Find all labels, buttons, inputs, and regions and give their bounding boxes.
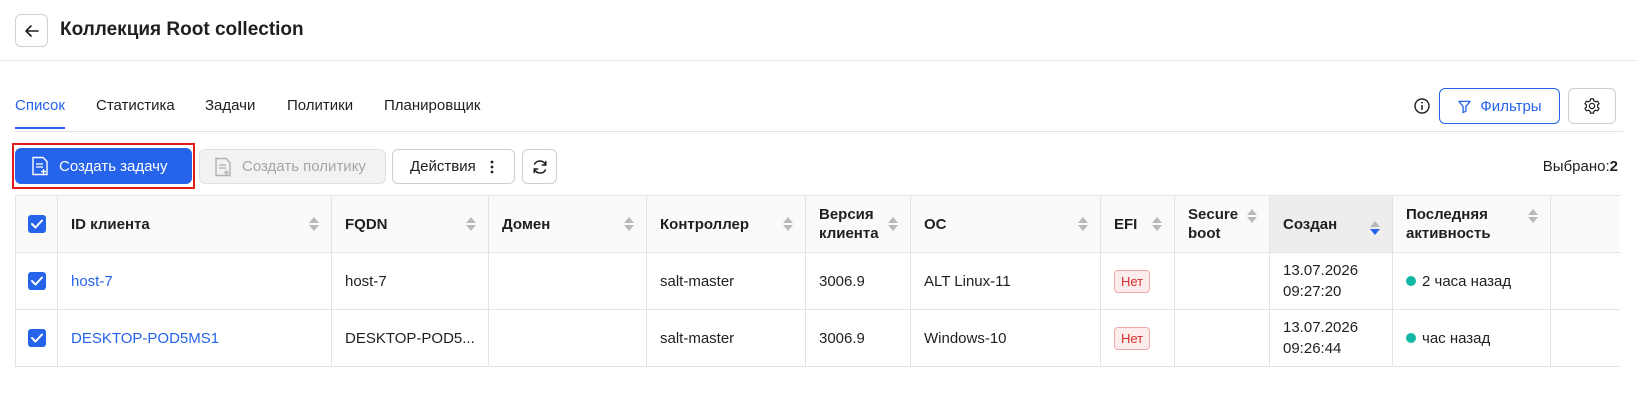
column-header-os[interactable]: ОС <box>911 196 1101 252</box>
column-header-controller[interactable]: Контроллер <box>647 196 806 252</box>
filters-button[interactable]: Фильтры <box>1439 88 1560 124</box>
cell-version: 3006.9 <box>806 310 911 366</box>
arrow-left-icon <box>24 24 39 37</box>
table-header-row: ID клиента FQDN Домен Контроллер Версия к… <box>16 196 1620 253</box>
column-label: Последняя активность <box>1406 206 1491 242</box>
cell-created: 13.07.2026 09:27:20 <box>1270 253 1393 309</box>
column-label: Secure boot <box>1188 206 1239 242</box>
column-label: EFI <box>1114 215 1138 233</box>
policy-add-icon <box>215 157 231 176</box>
tab-list[interactable]: Список <box>15 97 65 129</box>
sort-icon <box>1247 209 1257 224</box>
back-button[interactable] <box>15 14 48 47</box>
cell-client-id: DESKTOP-POD5MS1 <box>58 310 332 366</box>
column-label: ID клиента <box>71 215 150 233</box>
cell-os: Windows-10 <box>911 310 1101 366</box>
efi-badge: Нет <box>1114 269 1151 293</box>
table-row[interactable]: host-7 host-7 salt-master 3006.9 ALT Lin… <box>16 253 1620 310</box>
check-icon <box>31 333 43 343</box>
selected-label: Выбрано: <box>1542 158 1610 175</box>
table-settings-button[interactable] <box>1568 88 1616 124</box>
column-header-created[interactable]: Создан <box>1270 196 1393 252</box>
column-header-domain[interactable]: Домен <box>489 196 647 252</box>
cell-controller: salt-master <box>647 253 806 309</box>
column-header-efi[interactable]: EFI <box>1101 196 1175 252</box>
cell-last-activity: 2 часа назад <box>1393 253 1551 309</box>
column-header-last-activity[interactable]: Последняя активность <box>1393 196 1551 252</box>
column-header-id[interactable]: ID клиента <box>58 196 332 252</box>
sort-icon <box>1078 217 1088 231</box>
tab-statistics[interactable]: Статистика <box>96 97 175 127</box>
select-all-checkbox[interactable] <box>28 215 46 233</box>
sort-icon <box>783 217 793 231</box>
efi-badge: Нет <box>1114 326 1151 350</box>
cell-secure-boot <box>1175 310 1270 366</box>
more-vertical-icon <box>490 160 494 173</box>
column-label: Версия клиента <box>819 206 879 242</box>
selected-count: Выбрано:2 <box>1543 158 1618 175</box>
header-checkbox-cell <box>16 196 58 252</box>
cell-os: ALT Linux-11 <box>911 253 1101 309</box>
column-label: Домен <box>502 215 551 233</box>
refresh-icon <box>532 159 547 174</box>
create-policy-label: Создать политику <box>242 158 366 175</box>
status-dot-icon <box>1406 333 1416 343</box>
clients-table: ID клиента FQDN Домен Контроллер Версия к… <box>15 195 1620 367</box>
row-checkbox-cell <box>16 310 58 366</box>
cell-last-activity: час назад <box>1393 310 1551 366</box>
column-header-version[interactable]: Версия клиента <box>806 196 911 252</box>
create-task-label: Создать задачу <box>59 157 168 175</box>
cell-domain <box>489 310 647 366</box>
check-icon <box>31 276 43 286</box>
funnel-icon <box>1458 100 1472 113</box>
create-task-button[interactable]: Создать задачу <box>15 148 192 184</box>
cell-fqdn: host-7 <box>332 253 489 309</box>
sort-icon <box>309 217 319 231</box>
sort-icon <box>1528 209 1538 224</box>
row-checkbox[interactable] <box>28 329 46 347</box>
cell-created: 13.07.2026 09:26:44 <box>1270 310 1393 366</box>
column-header-secure-boot[interactable]: Secure boot <box>1175 196 1270 252</box>
tab-bar: Список Статистика Задачи Политики Планир… <box>15 88 1623 132</box>
cell-domain <box>489 253 647 309</box>
table-row[interactable]: DESKTOP-POD5MS1 DESKTOP-POD5... salt-mas… <box>16 310 1620 367</box>
sort-desc-icon <box>1370 221 1380 236</box>
column-label: ОС <box>924 215 947 233</box>
tab-tasks[interactable]: Задачи <box>205 97 255 127</box>
cell-efi: Нет <box>1101 310 1175 366</box>
create-policy-button[interactable]: Создать политику <box>199 149 386 184</box>
tab-policies[interactable]: Политики <box>287 97 353 127</box>
actions-label: Действия <box>410 158 476 175</box>
column-label: FQDN <box>345 215 388 233</box>
cell-version: 3006.9 <box>806 253 911 309</box>
cell-client-id: host-7 <box>58 253 332 309</box>
tab-scheduler[interactable]: Планировщик <box>384 97 480 127</box>
actions-button[interactable]: Действия <box>392 149 515 184</box>
row-checkbox[interactable] <box>28 272 46 290</box>
sort-icon <box>1152 217 1162 231</box>
cell-fqdn: DESKTOP-POD5... <box>332 310 489 366</box>
sort-icon <box>888 217 898 231</box>
filters-label: Фильтры <box>1480 97 1542 115</box>
cell-efi: Нет <box>1101 253 1175 309</box>
sort-icon <box>466 217 476 231</box>
client-link[interactable]: DESKTOP-POD5MS1 <box>71 330 219 347</box>
client-link[interactable]: host-7 <box>71 273 113 290</box>
info-icon[interactable] <box>1412 96 1432 116</box>
column-label: Контроллер <box>660 215 750 233</box>
gear-icon <box>1584 98 1600 114</box>
column-label: Создан <box>1283 215 1338 233</box>
column-header-fqdn[interactable]: FQDN <box>332 196 489 252</box>
refresh-button[interactable] <box>522 149 557 184</box>
page-header: Коллекция Root collection <box>0 0 1637 61</box>
sort-icon <box>624 217 634 231</box>
selected-value: 2 <box>1609 158 1618 175</box>
task-add-icon <box>32 156 48 176</box>
page-title: Коллекция Root collection <box>60 19 304 40</box>
cell-controller: salt-master <box>647 310 806 366</box>
row-checkbox-cell <box>16 253 58 309</box>
cell-secure-boot <box>1175 253 1270 309</box>
check-icon <box>31 219 43 229</box>
status-dot-icon <box>1406 276 1416 286</box>
